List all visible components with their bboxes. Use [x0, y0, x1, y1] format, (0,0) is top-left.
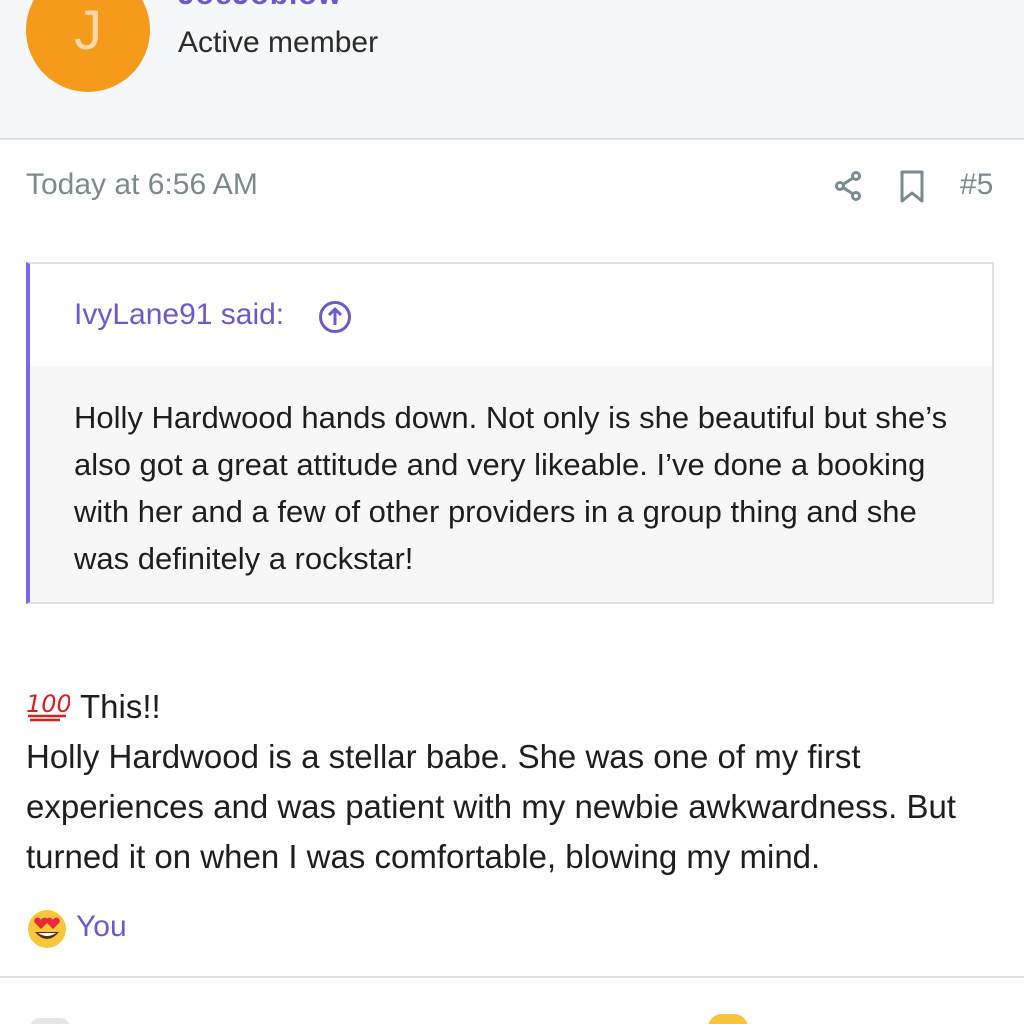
username-link[interactable]: JoeJoblow	[178, 0, 342, 12]
share-icon[interactable]	[832, 170, 864, 202]
emoji-peek-icon	[708, 1014, 748, 1024]
reaction-user-link[interactable]: You	[76, 910, 127, 944]
post-number-link[interactable]: #5	[960, 168, 993, 202]
post-first-line: 100 This!!	[26, 682, 1006, 732]
quote-author-link[interactable]: IvyLane91 said:	[74, 298, 284, 332]
hundred-points-icon: 100	[26, 690, 70, 722]
svg-text:100: 100	[26, 690, 70, 718]
post-paragraph: Holly Hardwood is a stellar babe. She wa…	[26, 738, 956, 875]
bookmark-icon[interactable]	[898, 170, 926, 204]
arrow-up-circle-icon[interactable]	[318, 300, 352, 334]
post-date-link[interactable]: Today at 6:56 AM	[26, 168, 258, 202]
user-title: Active member	[178, 26, 379, 59]
post-meta: Today at 6:56 AM #5	[0, 140, 1024, 232]
quote-text: Holly Hardwood hands down. Not only is s…	[74, 400, 948, 576]
heart-eyes-emoji-icon	[28, 910, 66, 948]
quote-body: Holly Hardwood hands down. Not only is s…	[30, 366, 992, 602]
user-header: J JoeJoblow Active member	[0, 0, 1024, 140]
quote-block: IvyLane91 said: Holly Hardwood hands dow…	[26, 262, 994, 604]
quote-header: IvyLane91 said:	[30, 264, 992, 366]
post-exclaim: This!!	[80, 688, 161, 725]
divider	[0, 976, 1024, 978]
avatar[interactable]: J	[26, 0, 150, 92]
forum-post-page: J JoeJoblow Active member Today at 6:56 …	[0, 0, 1024, 1024]
post-body: 100 This!! Holly Hardwood is a stellar b…	[26, 682, 1006, 882]
next-avatar-peek	[30, 1018, 70, 1024]
